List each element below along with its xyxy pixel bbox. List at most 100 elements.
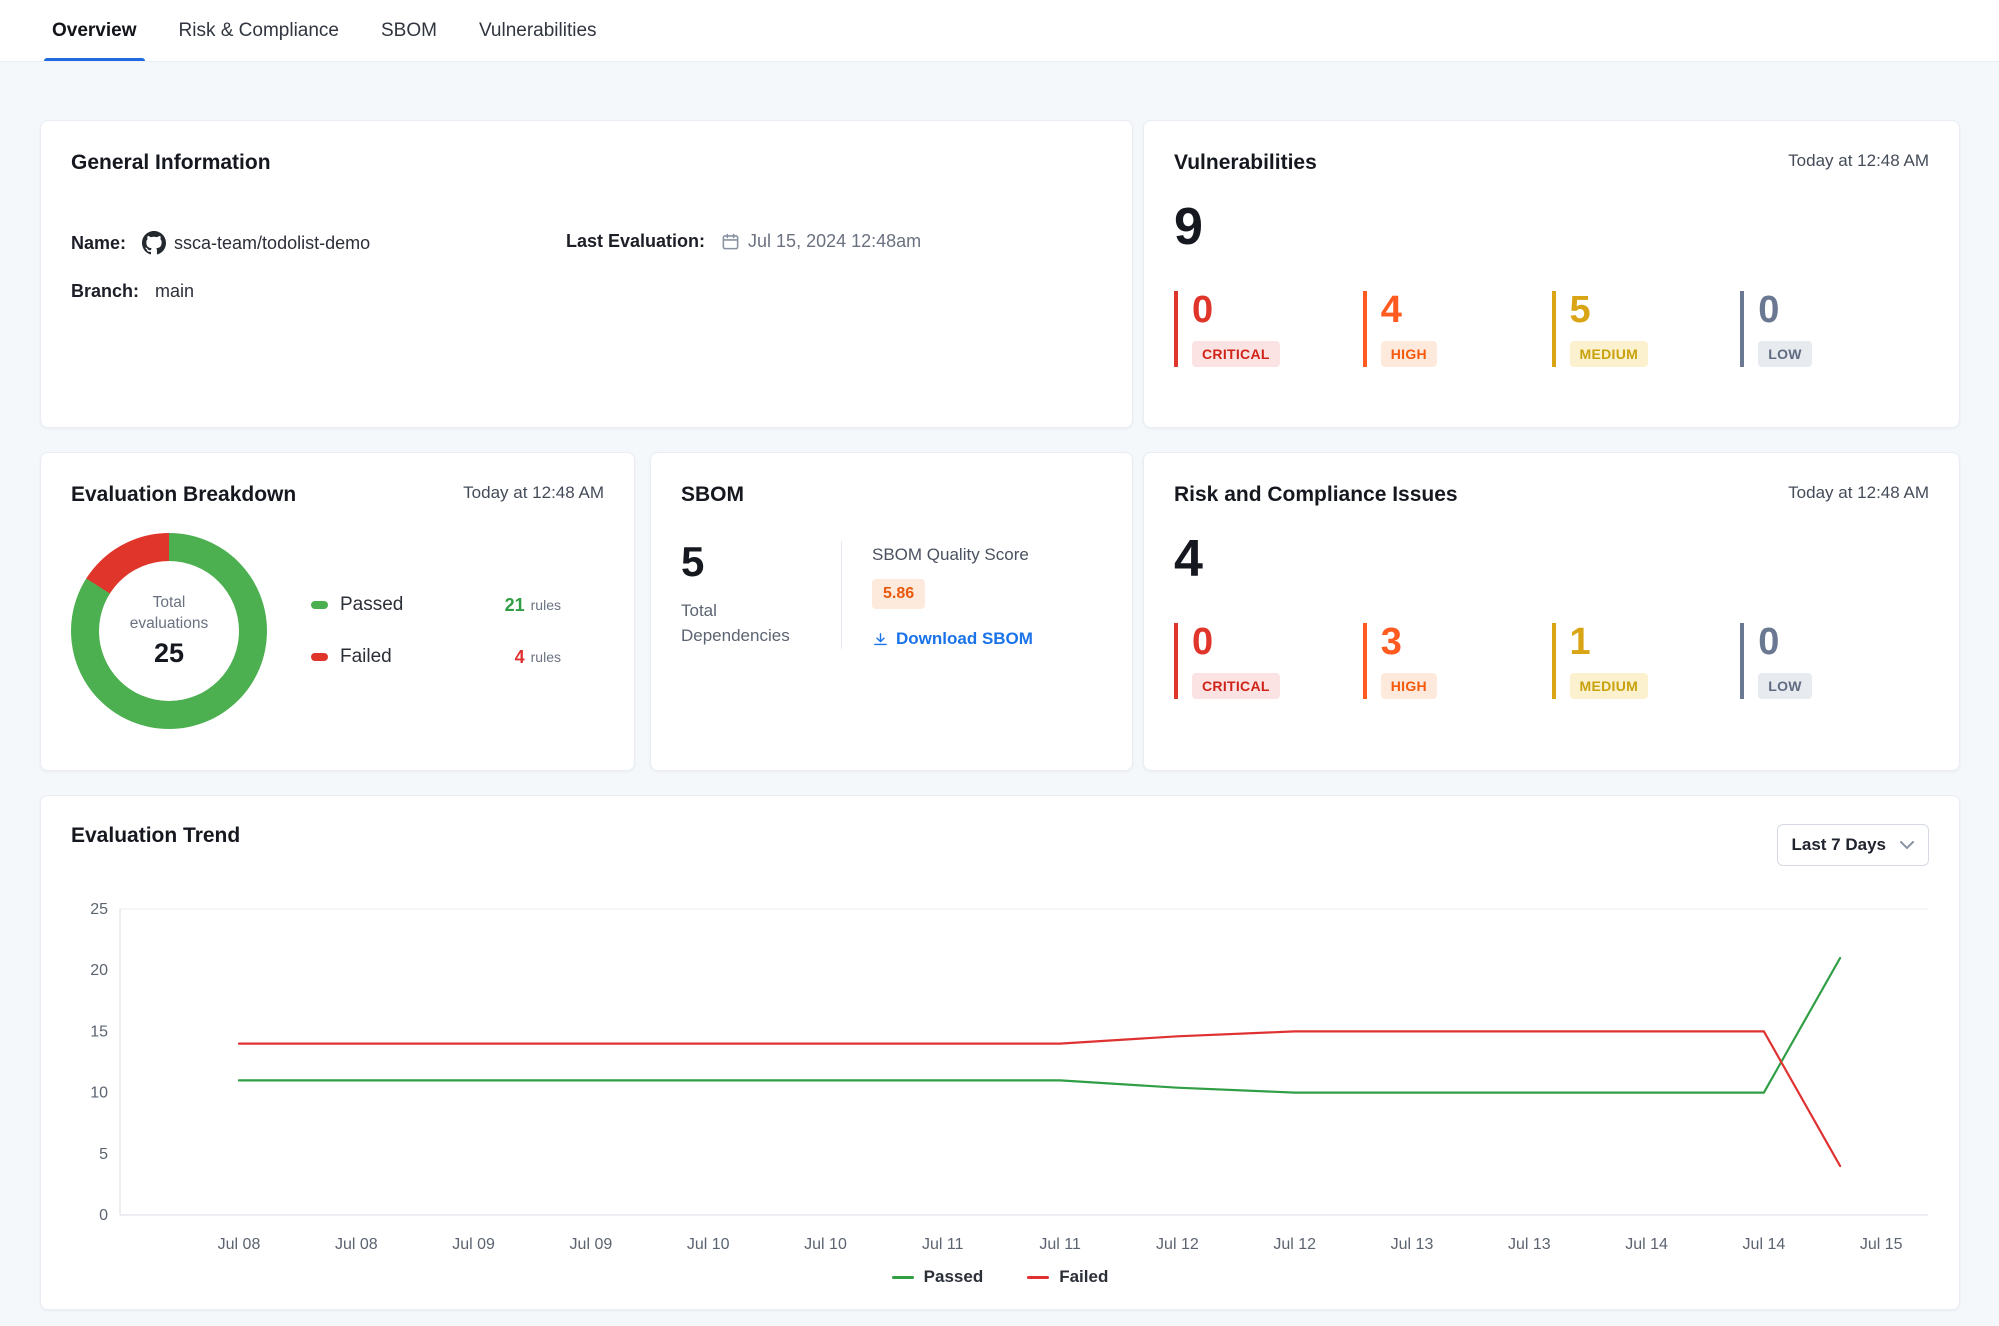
svg-text:Jul 12: Jul 12 xyxy=(1156,1236,1199,1253)
risk-compliance-timestamp: Today at 12:48 AM xyxy=(1788,483,1929,503)
page-content: General Information Name: ssca-team/todo… xyxy=(0,62,1999,1310)
passed-marker-icon xyxy=(311,601,328,609)
risk-compliance-total: 4 xyxy=(1174,533,1929,585)
svg-text:Jul 11: Jul 11 xyxy=(922,1236,964,1253)
vuln-high-badge: HIGH xyxy=(1381,341,1437,367)
svg-text:Jul 14: Jul 14 xyxy=(1743,1236,1786,1253)
svg-text:Jul 09: Jul 09 xyxy=(452,1236,495,1253)
svg-text:Jul 08: Jul 08 xyxy=(335,1236,378,1253)
risk-low-badge: LOW xyxy=(1758,673,1812,699)
vulnerabilities-severity-row: 0 CRITICAL 4 HIGH 5 MEDIUM 0 LOW xyxy=(1174,291,1929,367)
time-range-select[interactable]: Last 7 Days xyxy=(1777,824,1930,866)
passed-unit: rules xyxy=(531,597,561,613)
tab-overview[interactable]: Overview xyxy=(50,0,139,61)
risk-severity-high: 3 HIGH xyxy=(1363,623,1552,699)
svg-text:0: 0 xyxy=(99,1207,108,1224)
vuln-low-count: 0 xyxy=(1758,291,1929,331)
risk-high-badge: HIGH xyxy=(1381,673,1437,699)
svg-text:5: 5 xyxy=(99,1146,108,1163)
svg-text:15: 15 xyxy=(90,1023,108,1040)
failed-marker-icon xyxy=(311,653,328,661)
download-sbom-label: Download SBOM xyxy=(896,629,1033,649)
donut-center-line1: Total xyxy=(153,594,186,611)
tab-vulnerabilities-label: Vulnerabilities xyxy=(479,20,597,42)
vuln-severity-critical: 0 CRITICAL xyxy=(1174,291,1363,367)
svg-text:Jul 12: Jul 12 xyxy=(1273,1236,1316,1253)
failed-line-icon xyxy=(1027,1276,1049,1279)
legend-row-passed: Passed 21 rules xyxy=(311,594,561,616)
evaluation-trend-card: Evaluation Trend Last 7 Days 0510152025J… xyxy=(40,795,1960,1310)
svg-text:20: 20 xyxy=(90,962,108,979)
vuln-medium-count: 5 xyxy=(1570,291,1741,331)
evaluation-trend-chart: 0510152025Jul 08Jul 08Jul 09Jul 09Jul 10… xyxy=(71,870,1931,1260)
passed-line-icon xyxy=(892,1276,914,1279)
risk-critical-badge: CRITICAL xyxy=(1192,673,1280,699)
risk-severity-medium: 1 MEDIUM xyxy=(1552,623,1741,699)
tab-vulnerabilities[interactable]: Vulnerabilities xyxy=(477,0,599,61)
tab-sbom-label: SBOM xyxy=(381,20,437,42)
vuln-medium-badge: MEDIUM xyxy=(1570,341,1649,367)
github-icon xyxy=(142,231,166,255)
donut-center-line2: evaluations xyxy=(130,615,208,632)
evaluation-legend: Passed 21 rules Failed 4 rules xyxy=(311,594,561,668)
sbom-title: SBOM xyxy=(681,483,744,507)
svg-text:25: 25 xyxy=(90,901,108,918)
risk-high-count: 3 xyxy=(1381,623,1552,663)
vuln-high-count: 4 xyxy=(1381,291,1552,331)
tab-risk-compliance[interactable]: Risk & Compliance xyxy=(177,0,342,61)
donut-total-value: 25 xyxy=(154,638,184,669)
sbom-divider xyxy=(841,541,842,649)
vulnerabilities-title: Vulnerabilities xyxy=(1174,151,1317,175)
vuln-severity-low: 0 LOW xyxy=(1740,291,1929,367)
svg-text:Jul 09: Jul 09 xyxy=(570,1236,613,1253)
branch-value: main xyxy=(155,281,194,302)
name-label: Name: xyxy=(71,233,126,254)
risk-severity-critical: 0 CRITICAL xyxy=(1174,623,1363,699)
evaluation-breakdown-timestamp: Today at 12:48 AM xyxy=(463,483,604,503)
evaluation-breakdown-card: Evaluation Breakdown Today at 12:48 AM T… xyxy=(40,452,635,771)
evaluation-donut: Total evaluations 25 xyxy=(71,533,267,729)
svg-text:Jul 08: Jul 08 xyxy=(218,1236,261,1253)
vuln-critical-count: 0 xyxy=(1192,291,1363,331)
download-icon xyxy=(872,631,889,648)
svg-text:Jul 13: Jul 13 xyxy=(1391,1236,1434,1253)
risk-critical-count: 0 xyxy=(1192,623,1363,663)
tab-overview-label: Overview xyxy=(52,20,137,42)
vulnerabilities-card: Vulnerabilities Today at 12:48 AM 9 0 CR… xyxy=(1143,120,1960,428)
risk-compliance-card: Risk and Compliance Issues Today at 12:4… xyxy=(1143,452,1960,771)
failed-unit: rules xyxy=(531,649,561,665)
vulnerabilities-timestamp: Today at 12:48 AM xyxy=(1788,151,1929,171)
svg-text:Jul 14: Jul 14 xyxy=(1625,1236,1668,1253)
last-evaluation-label: Last Evaluation: xyxy=(566,231,705,252)
risk-compliance-title: Risk and Compliance Issues xyxy=(1174,483,1458,507)
tab-sbom[interactable]: SBOM xyxy=(379,0,439,61)
passed-label: Passed xyxy=(340,594,505,616)
repo-name-text: ssca-team/todolist-demo xyxy=(174,233,370,254)
vuln-critical-badge: CRITICAL xyxy=(1192,341,1280,367)
risk-medium-badge: MEDIUM xyxy=(1570,673,1649,699)
svg-text:Jul 15: Jul 15 xyxy=(1860,1236,1903,1253)
time-range-value: Last 7 Days xyxy=(1792,835,1887,855)
svg-text:Jul 13: Jul 13 xyxy=(1508,1236,1551,1253)
vuln-severity-high: 4 HIGH xyxy=(1363,291,1552,367)
tab-risk-compliance-label: Risk & Compliance xyxy=(179,20,340,42)
general-information-title: General Information xyxy=(71,151,271,175)
svg-text:Jul 11: Jul 11 xyxy=(1039,1236,1081,1253)
trend-failed-label: Failed xyxy=(1059,1267,1108,1287)
risk-severity-row: 0 CRITICAL 3 HIGH 1 MEDIUM 0 LOW xyxy=(1174,623,1929,699)
top-tab-bar: Overview Risk & Compliance SBOM Vulnerab… xyxy=(0,0,1999,62)
sbom-quality-score-label: SBOM Quality Score xyxy=(872,545,1033,565)
download-sbom-link[interactable]: Download SBOM xyxy=(872,629,1033,649)
last-evaluation-text: Jul 15, 2024 12:48am xyxy=(748,231,921,252)
vulnerabilities-total: 9 xyxy=(1174,201,1929,253)
legend-row-failed: Failed 4 rules xyxy=(311,646,561,668)
vuln-low-badge: LOW xyxy=(1758,341,1812,367)
passed-value: 21 xyxy=(505,595,525,616)
failed-value: 4 xyxy=(515,647,525,668)
evaluation-breakdown-title: Evaluation Breakdown xyxy=(71,483,296,507)
trend-legend-failed: Failed xyxy=(1027,1267,1108,1287)
sbom-total-dependencies-label: Total Dependencies xyxy=(681,599,791,648)
sbom-quality-score-badge: 5.86 xyxy=(872,579,925,609)
evaluation-trend-title: Evaluation Trend xyxy=(71,824,240,848)
calendar-icon xyxy=(721,232,740,251)
